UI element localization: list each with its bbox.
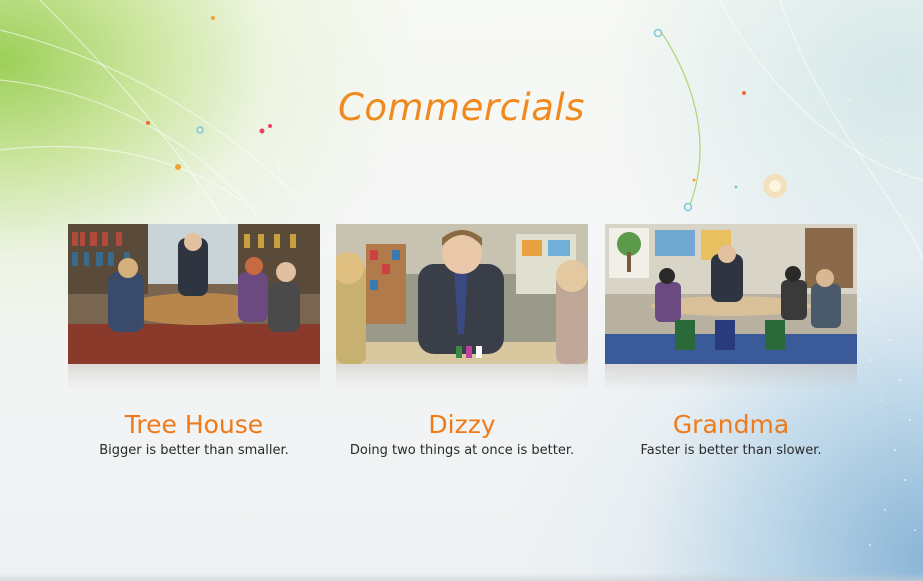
classroom-wide-scene	[605, 224, 857, 364]
thumbnail-reflection	[68, 364, 320, 390]
commercial-card-tree-house[interactable]: Tree House Bigger is better than smaller…	[68, 224, 320, 460]
thumbnail-reflection	[336, 364, 588, 390]
commercial-card-dizzy[interactable]: Dizzy Doing two things at once is better…	[336, 224, 588, 460]
commercial-caption: Faster is better than slower.	[640, 443, 822, 458]
video-thumbnail[interactable]	[68, 224, 320, 364]
library-table-scene	[68, 224, 320, 364]
thumbnail-reflection	[605, 364, 857, 390]
video-thumbnail[interactable]	[336, 224, 588, 364]
bottom-edge-shadow	[0, 573, 923, 581]
classroom-closeup-scene	[336, 224, 588, 364]
commercial-card-grandma[interactable]: Grandma Faster is better than slower.	[605, 224, 857, 460]
commercial-caption: Doing two things at once is better.	[349, 443, 575, 458]
page-title: Commercials	[338, 86, 585, 129]
commercial-caption: Bigger is better than smaller.	[99, 443, 289, 458]
video-thumbnail[interactable]	[605, 224, 857, 364]
commercial-title[interactable]: Dizzy	[336, 410, 588, 440]
commercial-title[interactable]: Grandma	[605, 410, 857, 440]
commercial-title[interactable]: Tree House	[68, 410, 320, 440]
